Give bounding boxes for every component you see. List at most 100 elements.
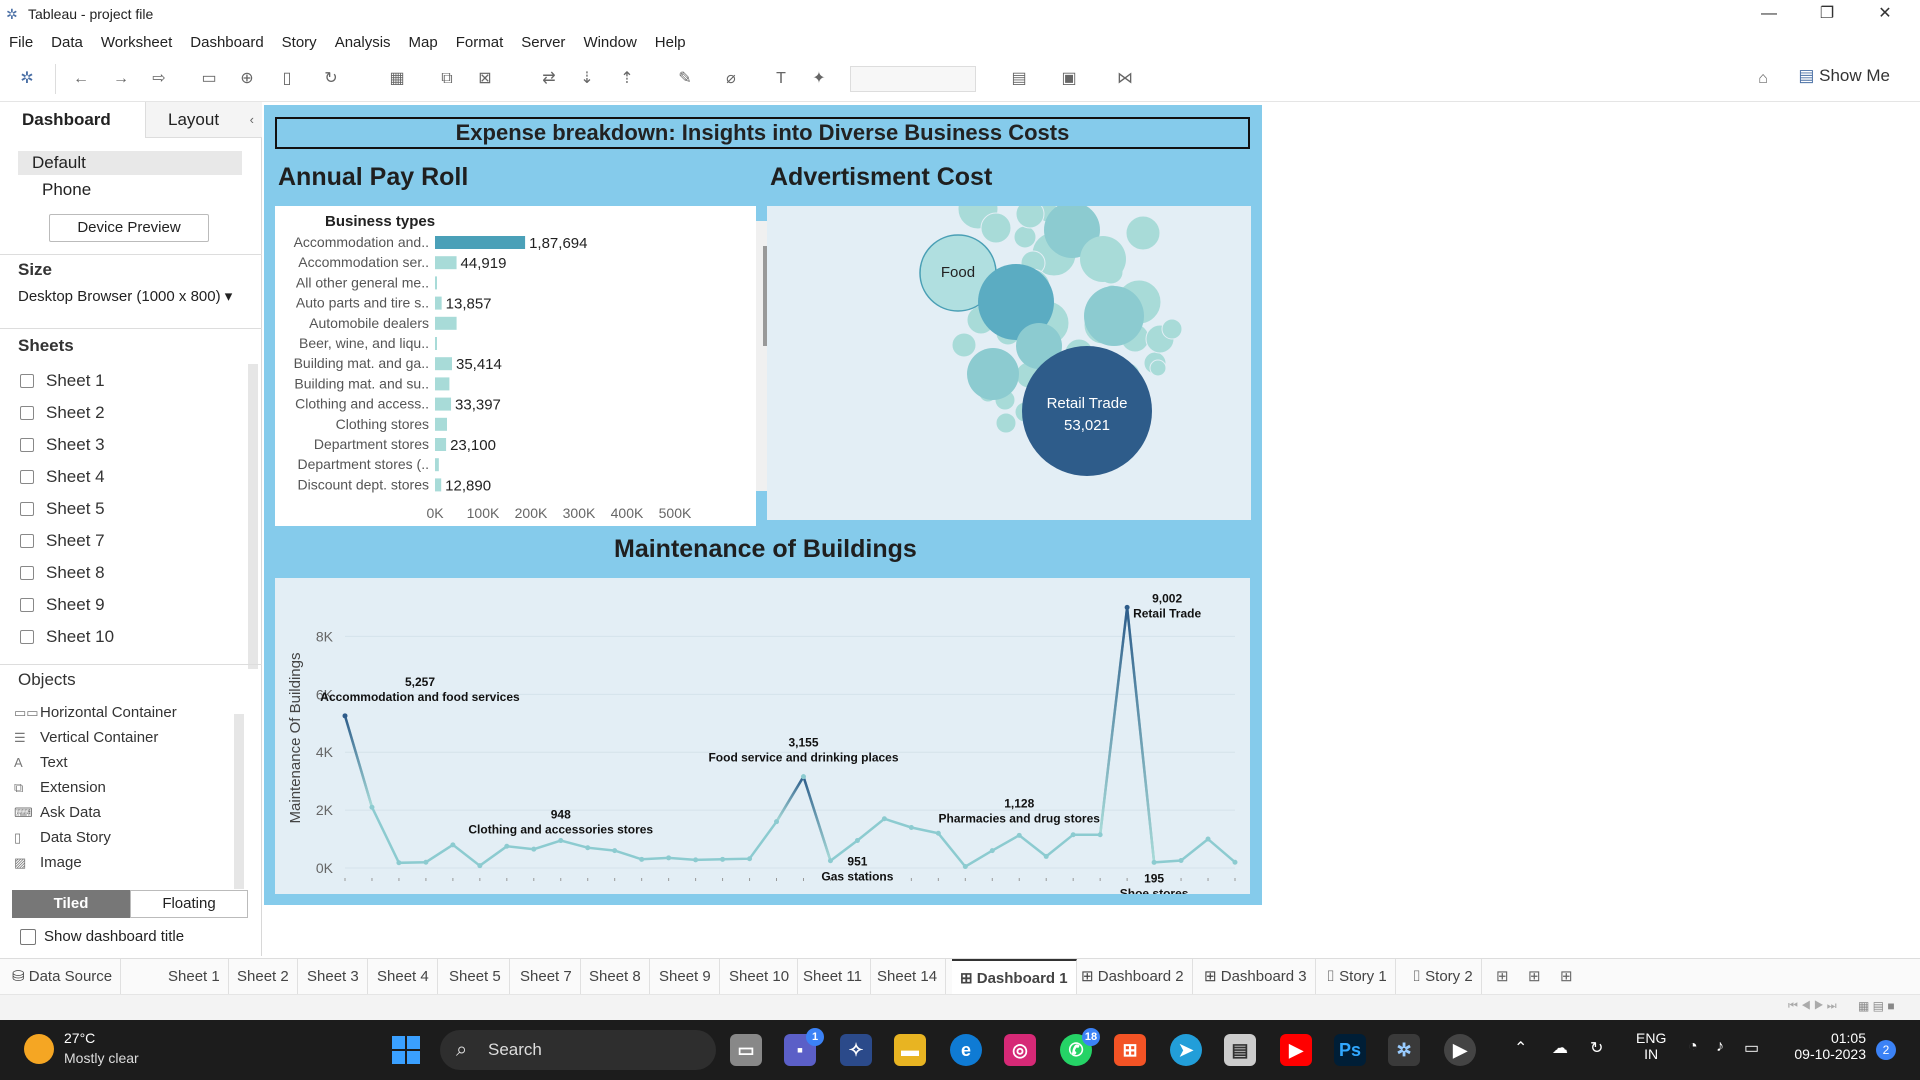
object-item[interactable]: ▨ Image [14,854,82,871]
show-title-checkbox[interactable] [20,929,36,945]
new-dashboard-tab-icon[interactable]: ⊞ [1528,967,1541,985]
sheet-list-item[interactable]: Sheet 8 [20,563,105,583]
sheet-list-item[interactable]: Sheet 9 [20,595,105,615]
swap-icon[interactable]: ⇄ [538,68,560,90]
whatsapp-icon[interactable]: ✆ 18 [1060,1028,1100,1066]
tab-sheet-5[interactable]: Sheet 5 [441,959,510,995]
object-item[interactable]: ▭▭ Horizontal Container [14,704,177,721]
menu-help[interactable]: Help [646,34,695,51]
menu-window[interactable]: Window [574,34,645,51]
sheet-list-item[interactable]: Sheet 7 [20,531,105,551]
tab-dashboard-1[interactable]: ⊞ Dashboard 1 [952,959,1077,995]
menu-map[interactable]: Map [400,34,447,51]
labels-icon[interactable]: T [770,68,792,90]
wifi-icon[interactable]: ◔ [1688,1038,1698,1056]
document-icon[interactable]: ▤ [1224,1034,1256,1066]
object-item[interactable]: ⧉ Extension [14,779,106,796]
device-preview-button[interactable]: Device Preview [49,214,209,242]
tab-story-1[interactable]: ⌷ Story 1 [1318,959,1396,995]
tab-sheet-7[interactable]: Sheet 7 [512,959,581,995]
battery-icon[interactable]: ▭ [1744,1038,1759,1058]
tab-story-2[interactable]: ⌷ Story 2 [1404,959,1482,995]
notification-badge[interactable]: 2 [1876,1040,1896,1060]
menu-server[interactable]: Server [512,34,574,51]
replay-icon[interactable]: ⇨ [148,68,170,90]
restore-icon[interactable]: ❐ [1798,0,1856,28]
clock[interactable]: 01:05 09-10-2023 [1786,1030,1866,1062]
save-icon[interactable]: ▭ [198,68,220,90]
tab-nav-arrows-icon[interactable]: ⏮ ◀ ▶ ⏭ [1788,1000,1837,1013]
close-icon[interactable]: ✕ [1856,0,1914,28]
teams-icon[interactable]: ▪ 1 [784,1028,824,1066]
tab-sheet-4[interactable]: Sheet 4 [369,959,438,995]
menu-format[interactable]: Format [447,34,513,51]
ms-store-icon[interactable]: ⊞ [1114,1034,1146,1066]
sheets-scrollbar[interactable] [248,364,258,669]
show-cards-icon[interactable]: ▤ [1008,68,1030,90]
tab-sheet-3[interactable]: Sheet 3 [299,959,368,995]
new-datasource-icon[interactable]: ⊕ [236,68,258,90]
sort-asc-icon[interactable]: ⇣ [576,68,598,90]
tableau-taskbar-icon[interactable]: ✲ [1388,1034,1420,1066]
tab-sheet-10[interactable]: Sheet 10 [721,959,799,995]
menu-analysis[interactable]: Analysis [326,34,400,51]
tiled-button[interactable]: Tiled [12,890,130,918]
file-explorer-icon[interactable]: ▬ [894,1034,926,1066]
floating-button[interactable]: Floating [130,890,248,918]
sheet-list-item[interactable]: Sheet 2 [20,403,105,423]
tab-sheet-11[interactable]: Sheet 11 [795,959,871,995]
menu-story[interactable]: Story [273,34,326,51]
volume-icon[interactable]: ♪ [1716,1038,1724,1056]
tab-sheet-1[interactable]: Sheet 1 [160,959,229,995]
objects-scrollbar[interactable] [234,714,244,889]
minimize-icon[interactable]: — [1740,0,1798,28]
object-item[interactable]: A Text [14,754,68,771]
device-default[interactable]: Default [18,151,242,175]
media-player-icon[interactable]: ▶ [1444,1034,1476,1066]
new-story-tab-icon[interactable]: ⊞ [1560,967,1573,985]
share-icon[interactable]: ⋈ [1114,68,1136,90]
instagram-icon[interactable]: ◎ [1004,1034,1036,1066]
menu-data[interactable]: Data [42,34,92,51]
tab-sheet-14[interactable]: Sheet 14 [869,959,947,995]
grid-view-icon[interactable]: ▦ ▤ ■ [1858,999,1895,1013]
tableau-home-icon[interactable]: ✲ [16,68,38,90]
sheet-list-item[interactable]: Sheet 10 [20,627,114,647]
group-icon[interactable]: ⌀ [720,68,742,90]
tab-data-source[interactable]: ⛁ Data Source [4,959,122,995]
menu-dashboard[interactable]: Dashboard [181,34,272,51]
sort-desc-icon[interactable]: ⇡ [616,68,638,90]
presentation-icon[interactable]: ▣ [1058,68,1080,90]
sync-icon[interactable]: ↻ [1590,1038,1603,1058]
object-item[interactable]: ▯ Data Story [14,829,111,846]
device-phone[interactable]: Phone [18,178,91,202]
tab-dashboard-3[interactable]: ⊞ Dashboard 3 [1196,959,1316,995]
refresh-icon[interactable]: ↻ [320,68,342,90]
chevron-up-icon[interactable]: ⌃ [1514,1038,1527,1058]
fit-dropdown[interactable] [850,66,976,92]
app-icon[interactable]: ✧ [840,1034,872,1066]
clear-sheet-icon[interactable]: ⊠ [474,68,496,90]
new-worksheet-icon[interactable]: ▦ [386,68,408,90]
size-dropdown[interactable]: Desktop Browser (1000 x 800) ▾ [18,287,232,305]
highlight-icon[interactable]: ✎ [674,68,696,90]
sheet-list-item[interactable]: Sheet 3 [20,435,105,455]
task-view-icon[interactable]: ▭ [730,1034,762,1066]
windows-start-icon[interactable] [392,1036,422,1066]
tab-dashboard[interactable]: Dashboard [0,102,145,138]
tab-sheet-8[interactable]: Sheet 8 [581,959,650,995]
duplicate-icon[interactable]: ⧉ [436,68,458,90]
sheet-list-item[interactable]: Sheet 1 [20,371,105,391]
tab-sheet-9[interactable]: Sheet 9 [651,959,720,995]
taskbar-search[interactable]: ⌕ Search [440,1030,716,1070]
show-me-button[interactable]: ▤ Show Me [1798,66,1890,86]
object-item[interactable]: ☰ Vertical Container [14,729,158,746]
redo-icon[interactable]: → [110,68,132,90]
new-worksheet-tab-icon[interactable]: ⊞ [1496,967,1509,985]
sheet-list-item[interactable]: Sheet 4 [20,467,105,487]
photoshop-icon[interactable]: Ps [1334,1034,1366,1066]
tab-sheet-2[interactable]: Sheet 2 [229,959,298,995]
youtube-icon[interactable]: ▶ [1280,1034,1312,1066]
sheet-list-item[interactable]: Sheet 5 [20,499,105,519]
onedrive-icon[interactable]: ☁ [1552,1038,1568,1058]
